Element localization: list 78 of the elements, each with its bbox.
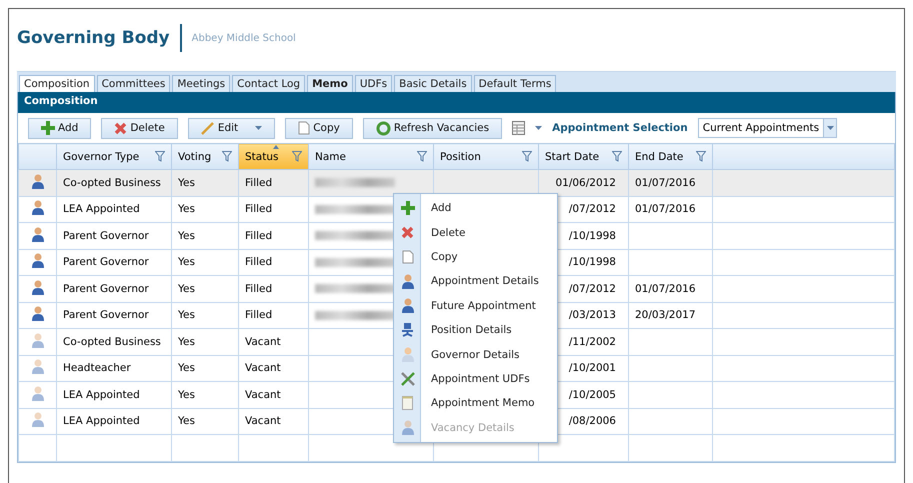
tab[interactable]: Contact Log	[232, 75, 306, 92]
person-icon	[402, 420, 414, 436]
person-icon	[32, 174, 44, 189]
table-cell: Co-opted Business	[56, 170, 172, 196]
table-cell: Filled	[238, 170, 308, 196]
person-icon	[402, 274, 414, 289]
toolbar-button[interactable]: Edit	[188, 118, 276, 138]
plus-icon	[400, 201, 414, 216]
column-header[interactable]: Position	[434, 144, 538, 170]
column-header[interactable]: Voting	[172, 144, 238, 170]
table-cell: Filled	[238, 276, 308, 302]
table-cell: Yes	[172, 170, 238, 196]
grid-icon[interactable]	[512, 121, 526, 135]
caret-icon	[826, 126, 834, 130]
table-cell: Co-opted Business	[56, 328, 172, 355]
close-icon	[401, 226, 414, 240]
table-cell: Filled	[238, 222, 308, 249]
close-icon	[114, 122, 128, 134]
person-icon	[32, 332, 44, 348]
person-icon	[32, 280, 44, 295]
column-header[interactable]: Start Date	[538, 144, 628, 170]
caret-icon	[255, 126, 262, 130]
tab[interactable]: Meetings	[172, 75, 230, 92]
sort-arrow-icon	[273, 145, 279, 149]
tools-icon	[400, 372, 414, 386]
filter-icon[interactable]	[612, 151, 622, 162]
column-header[interactable]: Governor Type	[56, 144, 172, 170]
table-cell: LEA Appointed	[56, 382, 172, 408]
person-icon	[32, 359, 44, 374]
person-icon	[32, 306, 44, 322]
column-header[interactable]: End Date	[628, 144, 712, 170]
tab[interactable]: UDFs	[354, 75, 392, 92]
table-cell: Parent Governor	[56, 222, 172, 249]
document-icon	[298, 121, 310, 135]
table-cell: Parent Governor	[56, 276, 172, 302]
table-cell: 01/07/2016	[628, 170, 712, 196]
notepad-icon	[402, 396, 413, 410]
filter-icon[interactable]	[696, 151, 706, 162]
selection-label: Appointment Selection	[552, 122, 688, 134]
table-cell: Vacant	[238, 382, 308, 408]
table-cell: Yes	[172, 222, 238, 249]
toolbar-button[interactable]: Copy	[285, 118, 353, 138]
caret-icon	[535, 126, 542, 130]
filter-icon[interactable]	[222, 151, 232, 162]
document-icon	[402, 250, 414, 264]
person-icon	[402, 347, 414, 362]
toolbar-button[interactable]: Refresh Vacancies	[362, 118, 502, 138]
filter-icon[interactable]	[417, 151, 427, 162]
column-header[interactable]: Status	[238, 144, 308, 170]
table-cell: Yes	[172, 382, 238, 408]
plus-icon	[41, 121, 55, 135]
panel-header: Composition	[18, 92, 895, 113]
selection-dropdown[interactable]: Current Appointments	[698, 118, 838, 138]
tab[interactable]: Basic Details	[394, 75, 472, 92]
person-icon	[402, 298, 414, 314]
filter-icon[interactable]	[155, 151, 165, 162]
chair-icon	[401, 323, 414, 338]
person-icon	[32, 412, 44, 428]
toolbar-button[interactable]: Delete	[101, 118, 178, 138]
pencil-icon	[200, 121, 215, 135]
tab[interactable]: Default Terms	[474, 75, 556, 92]
table-cell: Vacant	[238, 328, 308, 355]
filter-icon[interactable]	[522, 151, 532, 162]
tab[interactable]: Committees	[96, 75, 170, 92]
tab[interactable]: Composition	[19, 75, 95, 92]
column-header[interactable]: Name	[308, 144, 434, 170]
table-cell: Yes	[172, 328, 238, 355]
tab[interactable]: Memo	[307, 75, 353, 92]
page-title: Governing Body	[17, 28, 170, 48]
person-icon	[32, 386, 44, 401]
school-name: Abbey Middle School	[192, 32, 296, 44]
person-icon	[32, 226, 44, 242]
person-icon	[32, 200, 44, 216]
toolbar-button[interactable]: Add	[28, 118, 92, 138]
table-cell: 01/07/2016	[628, 276, 712, 302]
person-icon	[32, 253, 44, 268]
table-cell: Yes	[172, 276, 238, 302]
filter-icon[interactable]	[292, 151, 302, 162]
